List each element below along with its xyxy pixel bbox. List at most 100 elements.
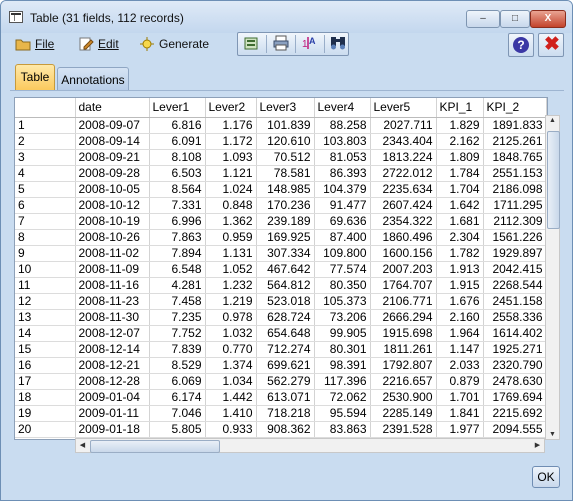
table-row[interactable]: 9 2008-11-02 7.894 1.131 307.334 109.800 1600.… [15,245,547,262]
table-cell[interactable]: 0.959 [205,229,257,246]
table-cell[interactable]: 2009-01-04 [75,389,150,406]
scroll-up-icon[interactable]: ▲ [546,117,559,124]
table-cell[interactable]: 2094.555 [483,421,547,438]
table-cell[interactable]: 7.863 [149,229,206,246]
table-cell[interactable]: 2008-11-09 [75,261,150,278]
table-row[interactable]: 10 2008-11-09 6.548 1.052 467.642 77.574 2007.… [15,261,547,278]
table-cell[interactable]: 718.218 [256,405,315,422]
table-cell[interactable]: 1925.271 [483,341,547,358]
table-cell[interactable]: 0.978 [205,309,257,326]
table-cell[interactable]: 1.829 [436,117,484,134]
table-row[interactable]: 8 2008-10-26 7.863 0.959 169.925 87.400 1860.4… [15,229,547,246]
table-cell[interactable]: 99.905 [314,325,371,342]
tab-table[interactable]: Table [15,64,55,90]
table-cell[interactable]: 1.172 [205,133,257,150]
column-header-rownum[interactable] [15,98,76,118]
table-cell[interactable]: 2722.012 [370,165,437,182]
table-cell[interactable]: 2.160 [436,309,484,326]
table-cell[interactable]: 8.108 [149,149,206,166]
table-cell[interactable]: 2106.771 [370,293,437,310]
minimize-button[interactable]: – [466,10,500,28]
table-cell[interactable]: 1.964 [436,325,484,342]
table-row[interactable]: 16 2008-12-21 8.529 1.374 699.621 98.391 1792.… [15,357,547,374]
menu-generate[interactable]: Generate [139,37,209,55]
table-cell[interactable]: 80.301 [314,341,371,358]
table-cell[interactable]: 712.274 [256,341,315,358]
table-row[interactable]: 12 2008-11-23 7.458 1.219 523.018 105.373 2106… [15,293,547,310]
table-cell[interactable]: 120.610 [256,133,315,150]
table-cell[interactable]: 87.400 [314,229,371,246]
column-header[interactable]: Lever2 [205,98,257,118]
table-cell[interactable]: 1.841 [436,405,484,422]
table-cell[interactable]: 908.362 [256,421,315,438]
row-number-cell[interactable]: 6 [15,197,76,214]
table-cell[interactable]: 2.162 [436,133,484,150]
column-header[interactable]: Lever5 [370,98,437,118]
table-cell[interactable]: 101.839 [256,117,315,134]
column-header[interactable]: Lever1 [149,98,206,118]
table-cell[interactable]: 2042.415 [483,261,547,278]
table-cell[interactable]: 1600.156 [370,245,437,262]
table-cell[interactable]: 8.529 [149,357,206,374]
table-row[interactable]: 20 2009-01-18 5.805 0.933 908.362 83.863 2391.… [15,421,547,438]
row-number-cell[interactable]: 19 [15,405,76,422]
maximize-button[interactable]: □ [500,10,530,28]
table-cell[interactable]: 77.574 [314,261,371,278]
row-number-cell[interactable]: 15 [15,341,76,358]
table-cell[interactable]: 2009-01-18 [75,421,150,438]
table-cell[interactable]: 1.915 [436,277,484,294]
table-cell[interactable]: 104.379 [314,181,371,198]
table-cell[interactable]: 654.648 [256,325,315,342]
row-number-cell[interactable]: 18 [15,389,76,406]
table-cell[interactable]: 1.121 [205,165,257,182]
row-number-cell[interactable]: 13 [15,309,76,326]
table-cell[interactable]: 4.281 [149,277,206,294]
table-cell[interactable]: 86.393 [314,165,371,182]
row-number-cell[interactable]: 10 [15,261,76,278]
table-cell[interactable]: 1.374 [205,357,257,374]
table-cell[interactable]: 2215.692 [483,405,547,422]
table-cell[interactable]: 8.564 [149,181,206,198]
table-cell[interactable]: 2008-11-23 [75,293,150,310]
table-cell[interactable]: 562.279 [256,373,315,390]
table-cell[interactable]: 2009-01-11 [75,405,150,422]
table-cell[interactable]: 81.053 [314,149,371,166]
table-cell[interactable]: 2008-10-05 [75,181,150,198]
table-cell[interactable]: 2008-12-21 [75,357,150,374]
table-row[interactable]: 14 2008-12-07 7.752 1.032 654.648 99.905 1915.… [15,325,547,342]
table-cell[interactable]: 2391.528 [370,421,437,438]
table-cell[interactable]: 2451.158 [483,293,547,310]
horizontal-scroll-thumb[interactable] [90,440,220,453]
column-header[interactable]: Lever4 [314,98,371,118]
table-row[interactable]: 3 2008-09-21 8.108 1.093 70.512 81.053 1813.22… [15,149,547,166]
row-number-cell[interactable]: 7 [15,213,76,230]
table-cell[interactable]: 2354.322 [370,213,437,230]
table-cell[interactable]: 1.913 [436,261,484,278]
table-cell[interactable]: 2008-10-19 [75,213,150,230]
table-cell[interactable]: 117.396 [314,373,371,390]
table-cell[interactable]: 1.034 [205,373,257,390]
table-cell[interactable]: 2112.309 [483,213,547,230]
scroll-down-icon[interactable]: ▼ [546,431,559,438]
sort-icon[interactable]: 1A [298,35,322,53]
table-cell[interactable]: 239.189 [256,213,315,230]
row-number-cell[interactable]: 11 [15,277,76,294]
table-cell[interactable]: 2008-12-28 [75,373,150,390]
table-cell[interactable]: 1.176 [205,117,257,134]
table-row[interactable]: 4 2008-09-28 6.503 1.121 78.581 86.393 2722.01… [15,165,547,182]
column-header[interactable]: KPI_1 [436,98,484,118]
table-row[interactable]: 15 2008-12-14 7.839 0.770 712.274 80.301 1811.… [15,341,547,358]
table-cell[interactable]: 6.069 [149,373,206,390]
menu-file[interactable]: File [15,37,54,55]
table-cell[interactable]: 1915.698 [370,325,437,342]
column-header[interactable]: Lever3 [256,98,315,118]
export-icon[interactable] [240,35,264,53]
table-cell[interactable]: 2125.261 [483,133,547,150]
table-cell[interactable]: 2008-09-21 [75,149,150,166]
table-cell[interactable]: 7.458 [149,293,206,310]
table-cell[interactable]: 5.805 [149,421,206,438]
table-row[interactable]: 13 2008-11-30 7.235 0.978 628.724 73.206 2666.… [15,309,547,326]
table-cell[interactable]: 2008-12-07 [75,325,150,342]
table-cell[interactable]: 523.018 [256,293,315,310]
print-icon[interactable] [269,35,293,53]
